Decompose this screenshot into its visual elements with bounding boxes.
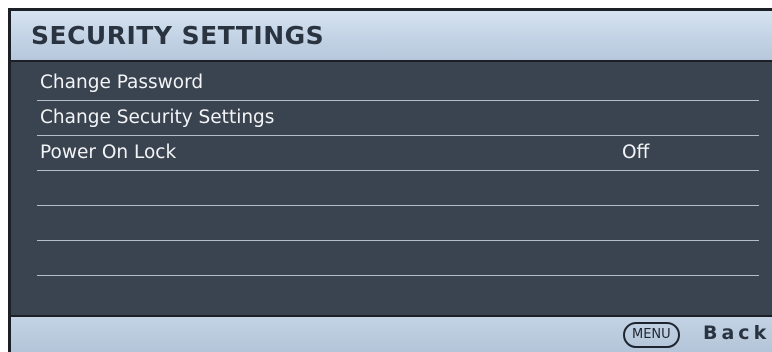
back-label[interactable]: Back [703, 322, 770, 344]
menu-item-label: Change Password [40, 72, 204, 93]
menu-key-icon[interactable]: MENU [623, 322, 680, 348]
menu-item-change-security-settings[interactable]: Change Security Settings [37, 101, 759, 136]
menu-item-empty-1 [37, 171, 759, 206]
menu-item-change-password[interactable]: Change Password [37, 66, 759, 101]
menu-footer: MENU Back [11, 315, 772, 352]
power-on-lock-value[interactable]: Off [622, 142, 649, 163]
menu-item-label: Change Security Settings [40, 107, 275, 128]
menu-item-label: Power On Lock [40, 142, 177, 163]
menu-item-empty-2 [37, 206, 759, 241]
menu-item-power-on-lock[interactable]: Power On Lock Off [37, 136, 759, 171]
security-settings-menu: SECURITY SETTINGS Change Password Change… [8, 8, 772, 352]
menu-item-empty-3 [37, 241, 759, 276]
page-title: SECURITY SETTINGS [31, 21, 325, 50]
menu-header: SECURITY SETTINGS [11, 11, 772, 62]
